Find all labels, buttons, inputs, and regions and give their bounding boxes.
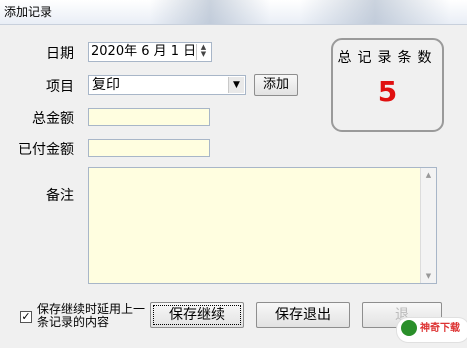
scroll-up-icon[interactable]: ▲	[421, 168, 436, 182]
add-project-button[interactable]: 添加	[254, 74, 298, 96]
spin-down-icon[interactable]: ▼	[197, 51, 210, 58]
keep-previous-checkbox[interactable]: ✓	[20, 311, 32, 323]
remark-scrollbar[interactable]: ▲ ▼	[420, 168, 436, 283]
date-label: 日期	[46, 46, 74, 62]
checkmark-icon: ✓	[21, 310, 31, 323]
scroll-down-icon[interactable]: ▼	[421, 269, 436, 283]
spin-updown-icon[interactable]: ▲ ▼	[196, 44, 210, 60]
date-value: 2020年 6 月 1 日	[91, 44, 197, 59]
total-amount-label: 总金额	[32, 111, 74, 127]
project-value: 复印	[92, 77, 120, 93]
project-label: 项目	[46, 79, 74, 95]
date-picker[interactable]: 2020年 6 月 1 日 ▲ ▼	[88, 42, 212, 62]
chevron-down-icon[interactable]: ▼	[228, 77, 244, 93]
remark-label: 备注	[46, 188, 74, 204]
remark-field[interactable]: ▲ ▼	[88, 167, 437, 284]
paid-amount-label: 已付金额	[18, 142, 74, 158]
blurred-background	[300, 0, 450, 24]
save-continue-button[interactable]: 保存继续	[150, 302, 244, 328]
record-count-panel: 总记录条数 5	[331, 38, 444, 132]
logo-icon	[401, 320, 417, 336]
title-bar: 添加记录	[0, 0, 467, 25]
keep-previous-label[interactable]: 保存继续时延用上一条记录的内容	[37, 303, 147, 329]
window-title: 添加记录	[4, 5, 53, 19]
project-select[interactable]: 复印 ▼	[88, 75, 246, 95]
record-count-title: 总记录条数	[337, 50, 438, 66]
record-count-value: 5	[377, 75, 398, 108]
watermark-logo: 神奇下载	[396, 317, 467, 343]
total-amount-field[interactable]	[88, 108, 210, 126]
paid-amount-field[interactable]	[88, 139, 210, 157]
watermark-text: 神奇下载	[420, 323, 460, 334]
dialog-body: 日期 2020年 6 月 1 日 ▲ ▼ 项目 复印 ▼ 添加 总金额 已付金额…	[2, 26, 467, 346]
save-exit-button[interactable]: 保存退出	[256, 302, 350, 328]
blurred-background	[150, 0, 270, 24]
